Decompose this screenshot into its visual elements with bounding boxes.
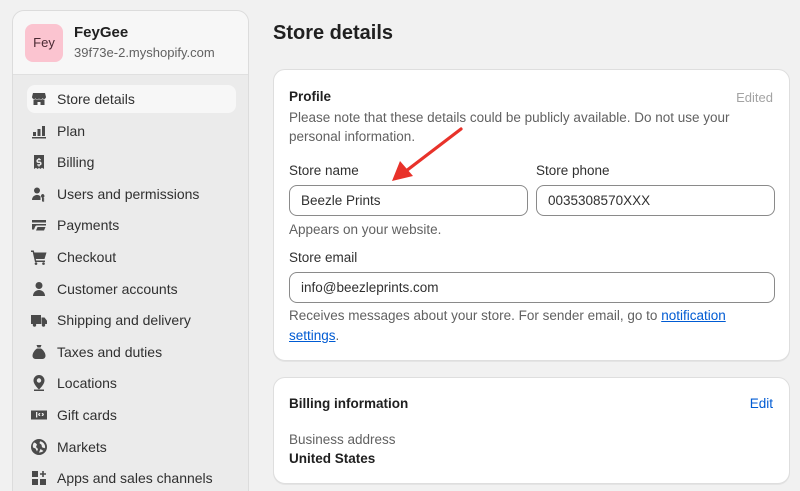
store-email-help: Receives messages about your store. For … [289, 306, 769, 346]
billing-edit-link[interactable]: Edit [750, 396, 773, 411]
billing-title: Billing information [289, 396, 409, 411]
profile-description: Please note that these details could be … [289, 110, 730, 144]
store-domain: 39f73e-2.myshopify.com [74, 44, 215, 60]
nav-label: Store details [57, 91, 135, 107]
store-icon [31, 91, 47, 107]
apps-icon [31, 470, 47, 486]
nav-item-payments[interactable]: Payments [27, 211, 236, 239]
tax-icon [31, 344, 47, 360]
store-name-help: Appears on your website. [289, 222, 442, 237]
nav-label: Billing [57, 154, 95, 171]
nav-item-gift-cards[interactable]: Gift cards [27, 401, 236, 429]
nav-label: Payments [57, 217, 120, 234]
nav-label: Gift cards [57, 406, 117, 423]
nav-item-shipping-and-delivery[interactable]: Shipping and delivery [27, 306, 236, 334]
nav-item-taxes-and-duties[interactable]: Taxes and duties [27, 338, 236, 366]
nav-label: Apps and sales channels [57, 470, 213, 487]
billing-icon [31, 154, 47, 170]
truck-icon [31, 312, 47, 328]
settings-sidebar: Fey FeyGee 39f73e-2.myshopify.com Store … [12, 10, 249, 491]
business-address-value: United States [289, 451, 376, 466]
nav-label: Customer accounts [57, 280, 178, 297]
store-name-input[interactable]: Beezle Prints [289, 185, 528, 216]
nav-item-plan[interactable]: Plan [27, 117, 236, 145]
page-title: Store details [273, 22, 394, 44]
gift-card-icon [31, 407, 47, 423]
store-switcher[interactable]: Fey FeyGee 39f73e-2.myshopify.com [13, 11, 248, 75]
nav-label: Plan [57, 122, 86, 139]
store-phone-label: Store phone [536, 163, 610, 178]
notification-settings-link[interactable]: notification [661, 308, 726, 323]
email-help-suffix: . [335, 328, 340, 343]
notification-settings-link-continued[interactable]: settings [289, 328, 336, 343]
nav-item-checkout[interactable]: Checkout [27, 243, 236, 271]
store-name: FeyGee [74, 23, 129, 41]
nav-item-store-details[interactable]: Store details [27, 85, 236, 113]
nav-item-markets[interactable]: Markets [27, 433, 236, 461]
users-icon [31, 186, 47, 202]
store-meta: FeyGee 39f73e-2.myshopify.com [74, 24, 215, 62]
edited-status: Edited [736, 90, 773, 105]
nav-label: Checkout [57, 248, 117, 265]
nav-item-apps-and-sales-channels[interactable]: Apps and sales channels [27, 464, 236, 491]
nav-item-locations[interactable]: Locations [27, 369, 236, 397]
plan-icon [31, 123, 47, 139]
store-email-input[interactable]: info@beezleprints.com [289, 272, 775, 303]
nav-label: Locations [57, 375, 117, 392]
nav-item-users-and-permissions[interactable]: Users and permissions [27, 180, 236, 208]
billing-card: Billing information Edit Business addres… [273, 377, 790, 484]
settings-nav: Store details Plan Billing Users and per… [13, 75, 248, 491]
store-avatar: Fey [25, 23, 63, 62]
payments-icon [31, 217, 47, 233]
store-name-label: Store name [289, 163, 359, 178]
nav-label: Users and permissions [57, 185, 200, 202]
nav-label: Taxes and duties [57, 343, 163, 360]
nav-item-customer-accounts[interactable]: Customer accounts [27, 275, 236, 303]
person-icon [31, 281, 47, 297]
globe-icon [31, 438, 47, 455]
email-help-text: Receives messages about your store. For … [289, 308, 662, 323]
profile-card: Profile Edited Please note that these de… [273, 69, 790, 361]
cart-icon [31, 249, 47, 265]
nav-label: Markets [57, 438, 107, 455]
store-phone-input[interactable]: 0035308570XXX [536, 185, 775, 216]
nav-item-billing[interactable]: Billing [27, 148, 236, 176]
store-email-label: Store email [289, 250, 358, 265]
business-address-label: Business address [289, 432, 396, 447]
profile-title: Profile [289, 89, 332, 104]
nav-label: Shipping and delivery [57, 312, 191, 329]
location-icon [31, 375, 47, 392]
